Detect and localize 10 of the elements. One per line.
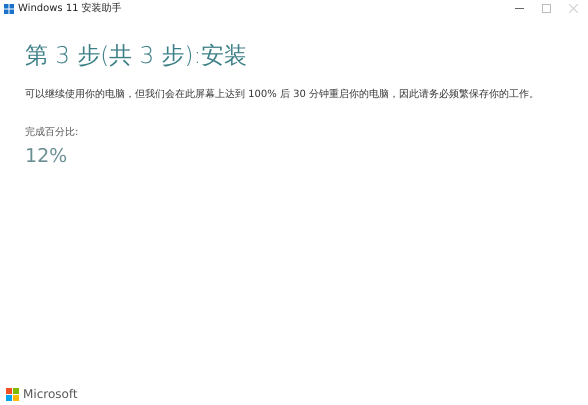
progress-label: 完成百分比:: [25, 126, 78, 138]
microsoft-logo-icon: [6, 388, 19, 400]
progress-percent: 12%: [25, 144, 68, 167]
window-title: Windows 11 安装助手: [18, 2, 122, 16]
close-icon[interactable]: [569, 4, 578, 13]
page-heading: 第 3 步(共 3 步):安装: [25, 43, 248, 71]
windows-logo-icon: [4, 4, 14, 14]
description-text: 可以继续使用你的电脑，但我们会在此屏幕上达到 100% 后 30 分钟重启你的电脑，因此请务必频繁保存你的工作。: [25, 88, 540, 100]
brand-name: Microsoft: [23, 386, 78, 403]
maximize-icon[interactable]: [542, 4, 551, 13]
